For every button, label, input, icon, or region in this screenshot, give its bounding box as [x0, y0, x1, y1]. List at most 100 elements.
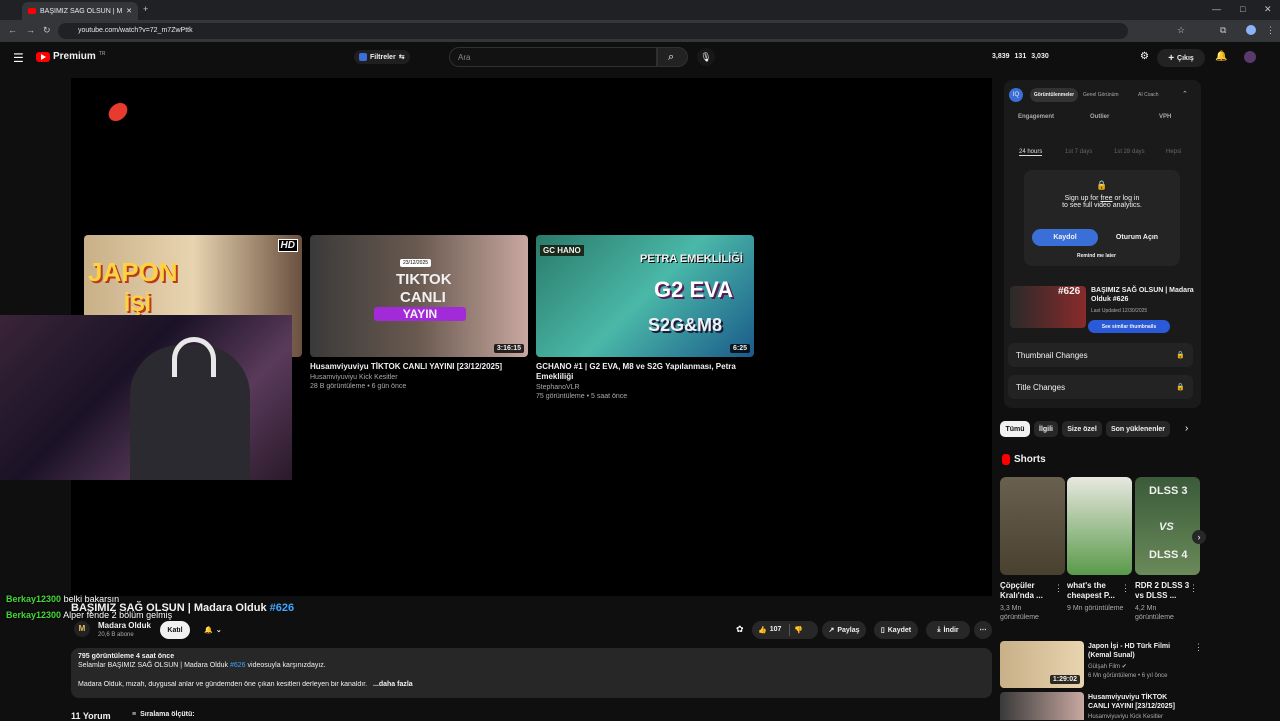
rec-thumbnail[interactable]	[1000, 692, 1084, 720]
menu-dots-icon[interactable]: ⋮	[1266, 26, 1275, 35]
panel-tab-1[interactable]: Genel Görünüm	[1083, 92, 1119, 98]
recommendation-item[interactable]: 1:29:02 Japon İşi - HD Türk Filmi (Kemal…	[1000, 641, 1203, 689]
chips-next-icon[interactable]: ›	[1185, 424, 1188, 434]
rec-thumbnail[interactable]: 1:29:02	[1000, 641, 1084, 688]
new-tab-icon[interactable]: +	[143, 5, 148, 14]
close-window-icon[interactable]: ✕	[1264, 5, 1272, 14]
more-actions-button[interactable]: ⋯	[974, 621, 992, 639]
url-field[interactable]: youtube.com/watch?v=72_m7ZwPttk	[58, 23, 1128, 39]
share-button[interactable]: ↗ Paylaş	[822, 621, 866, 639]
chip-related[interactable]: İlgili	[1034, 421, 1058, 437]
range-28d[interactable]: 1st 28 days	[1114, 149, 1145, 155]
notification-bell-button[interactable]: 🔔 ⌄	[196, 621, 230, 639]
short-thumbnail-1[interactable]	[1067, 477, 1132, 575]
extension-icon[interactable]: ✿	[736, 625, 744, 634]
chip-recent[interactable]: Son yüklenenler	[1106, 421, 1170, 437]
panel-tab-2[interactable]: AI Coach	[1138, 92, 1159, 98]
short-menu-icon[interactable]: ⋮	[1121, 584, 1130, 593]
channel-avatar[interactable]: M	[74, 621, 90, 637]
channel-name[interactable]: Madara Olduk	[98, 621, 151, 630]
create-icon[interactable]: ⚙	[1140, 52, 1149, 62]
stat-2: 131	[1014, 53, 1027, 60]
rec-title: Japon İşi - HD Türk Filmi (Kemal Sunal)	[1088, 643, 1171, 659]
back-icon[interactable]: ←	[8, 26, 17, 35]
download-button[interactable]: ⤓ İndir	[926, 621, 970, 639]
thumb-text-yayin: YAYIN	[374, 307, 466, 321]
exit-button[interactable]: + Çıkış	[1157, 49, 1205, 67]
desc-tag[interactable]: #626	[230, 662, 246, 669]
search-input[interactable]: Ara	[449, 47, 657, 67]
chip-for-you[interactable]: Size özel	[1062, 421, 1102, 437]
end-card-thumbnail[interactable]: 23/12/2025 TIKTOK CANLI YAYIN 3:16:15	[310, 235, 528, 357]
hamburger-menu-icon[interactable]: ☰	[13, 52, 24, 64]
title-changes-row[interactable]: Title Changes 🔒	[1008, 375, 1193, 399]
browser-tab[interactable]: BAŞIMIZ SAĞ OLSUN | Madara✕	[22, 2, 138, 20]
account-avatar[interactable]	[1244, 51, 1256, 63]
signup-prefix: Sign up for	[1064, 195, 1099, 202]
end-card-title[interactable]: Husamviyuviyu TİKTOK CANLI YAYINI [23/12…	[310, 362, 528, 372]
short-thumbnail-0[interactable]	[1000, 477, 1065, 575]
range-24h[interactable]: 24 hours	[1019, 149, 1043, 156]
profile-icon[interactable]	[1246, 25, 1256, 35]
filter-button[interactable]: Filtreler ⇆	[354, 50, 410, 64]
short-menu-icon[interactable]: ⋮	[1054, 584, 1063, 593]
show-more-link[interactable]: ...daha fazla	[373, 681, 413, 688]
rec-menu-icon[interactable]: ⋮	[1194, 643, 1203, 652]
desc-text: Selamlar BAŞIMIZ SAĞ OLSUN | Madara Oldu…	[78, 662, 229, 669]
rec-meta: 6 Mn görüntüleme • 6 yıl önce	[1088, 673, 1168, 679]
sort-button[interactable]: ≡ Sıralama ölçütü:	[132, 711, 195, 718]
maximize-icon[interactable]: □	[1240, 5, 1245, 14]
range-all[interactable]: Hepsi	[1166, 149, 1181, 155]
reload-icon[interactable]: ↻	[43, 26, 51, 35]
desc-line: Madara Olduk, mizah, duygusal anlar ve g…	[78, 681, 985, 688]
chip-all[interactable]: Tümü	[1000, 421, 1030, 437]
range-7d[interactable]: 1st 7 days	[1065, 149, 1092, 155]
thumbnail-changes-row[interactable]: Thumbnail Changes 🔒	[1008, 343, 1193, 367]
video-tag-link[interactable]: #626	[270, 602, 294, 614]
thumb-text-japon: JAPON	[88, 257, 178, 287]
short-thumbnail-2[interactable]: DLSS 3 VS DLSS 4	[1135, 477, 1200, 575]
description-box[interactable]: 795 görüntüleme 4 saat önce Selamlar BAŞ…	[71, 648, 992, 698]
short-menu-icon[interactable]: ⋮	[1189, 584, 1198, 593]
remind-later-link[interactable]: Remind me later	[1077, 253, 1116, 259]
dislike-button[interactable]: 👎	[794, 626, 803, 634]
end-card-channel[interactable]: StephanoVLR	[536, 384, 580, 391]
divider	[789, 624, 791, 636]
metric-engagement: Engagement	[1018, 114, 1055, 120]
short-title-2[interactable]: RDR 2 DLSS 3 vs DLSS ...	[1135, 581, 1190, 601]
end-card-title[interactable]: GCHANO #1 | G2 EVA, M8 ve S2G Yapılanmas…	[536, 362, 754, 382]
bell-icon: 🔔	[204, 627, 213, 634]
end-card-channel[interactable]: Husamviyuviyu Kick Kesitler	[310, 374, 398, 381]
download-icon: ⤓	[937, 626, 941, 633]
signin-button[interactable]: Oturum Açın	[1104, 229, 1170, 246]
voice-search-button[interactable]: 🎙	[697, 48, 715, 66]
panel-thumb-badge: #626	[1058, 286, 1081, 297]
extensions-icon[interactable]: ⧉	[1220, 26, 1226, 35]
youtube-logo[interactable]: Premium TR	[36, 51, 105, 62]
short-title-0[interactable]: Çöpçüler Kralı'nda ...	[1000, 581, 1055, 601]
close-tab-icon[interactable]: ✕	[126, 7, 132, 15]
like-button[interactable]: 👍 107	[758, 626, 781, 634]
recommendation-item[interactable]: Husamviyuviyu TİKTOK CANLI YAYINI [23/12…	[1000, 692, 1190, 720]
thumb-text-s2gm8: S2G&M8	[648, 315, 723, 335]
signup-login: or log in	[1114, 195, 1140, 202]
share-label: Paylaş	[837, 626, 860, 634]
similar-thumbnails-button[interactable]: See similar thumbnails	[1088, 320, 1170, 333]
end-card-thumbnail[interactable]: GC HANO PETRA EMEKLİLİĞİ G2 EVA S2G&M8 6…	[536, 235, 754, 357]
shorts-next-icon[interactable]: ›	[1192, 530, 1206, 544]
thumb-text-g2eva: G2 EVA	[654, 277, 734, 302]
signup-button[interactable]: Kaydol	[1032, 229, 1098, 246]
notifications-bell-icon[interactable]: 🔔	[1215, 52, 1227, 62]
bookmark-star-icon[interactable]: ☆	[1177, 26, 1185, 35]
metric-outlier: Outlier	[1090, 114, 1110, 120]
logo-text: Premium	[53, 51, 96, 62]
save-button[interactable]: ▯ Kaydet	[874, 621, 918, 639]
thumbs-up-icon: 👍	[758, 627, 767, 634]
join-button[interactable]: Katıl	[160, 621, 190, 639]
panel-tab-0[interactable]: Görüntülenmeler	[1030, 88, 1078, 102]
forward-icon[interactable]: →	[26, 26, 35, 35]
collapse-icon[interactable]: ⌃	[1182, 91, 1188, 98]
minimize-icon[interactable]: —	[1212, 5, 1221, 14]
search-button[interactable]: ⌕	[657, 47, 688, 67]
short-title-1[interactable]: what's the cheapest P...	[1067, 581, 1122, 601]
